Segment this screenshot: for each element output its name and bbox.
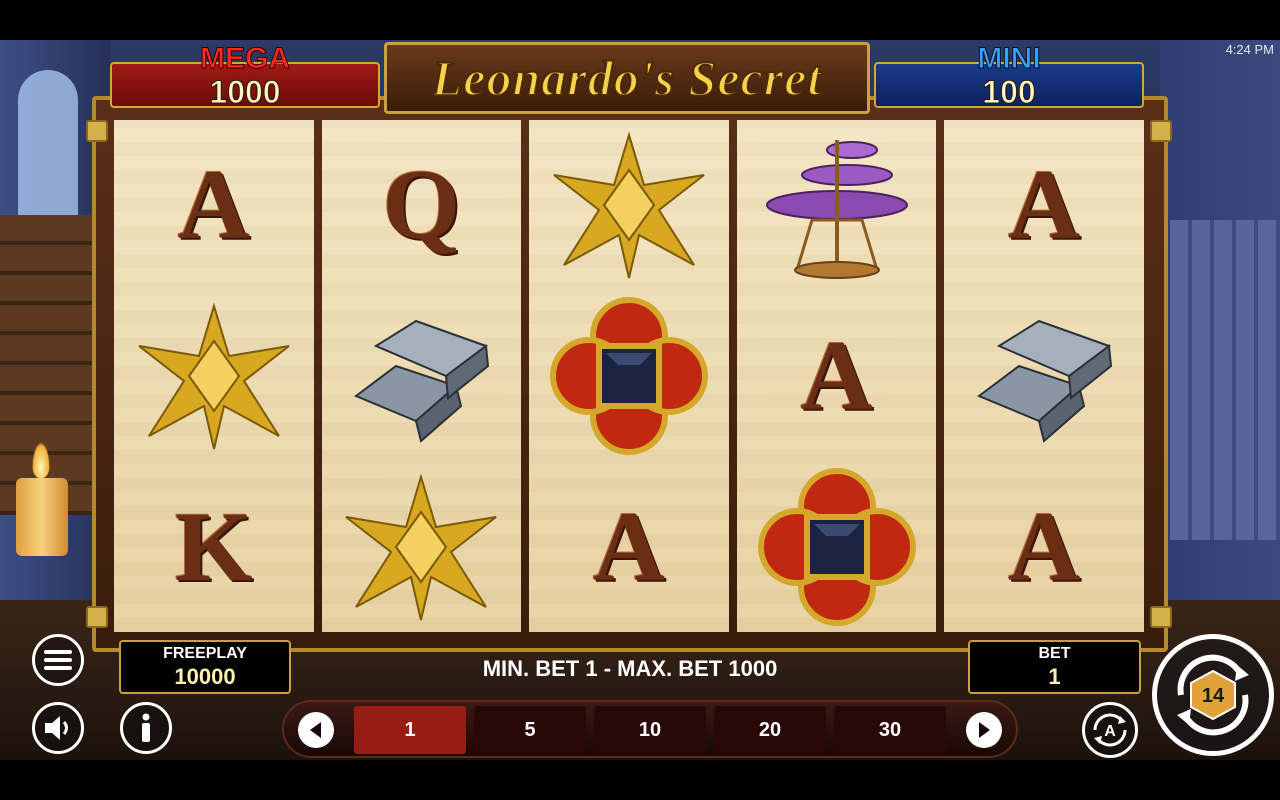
bet-option-30[interactable]: 30 <box>834 706 946 754</box>
sound-button[interactable] <box>32 702 84 754</box>
card-letter-symbol: A <box>592 490 666 602</box>
reel-symbol <box>529 291 729 462</box>
reel-4: A <box>736 120 937 632</box>
info-icon <box>142 713 150 742</box>
reel-symbol: A <box>529 461 729 632</box>
reel-symbol: K <box>114 461 314 632</box>
status-time: 4:24 PM <box>1225 42 1274 57</box>
frame-corner-bolt-icon <box>1150 606 1172 628</box>
reel-1: AK <box>114 120 314 632</box>
bet-increase-button[interactable] <box>966 712 1002 748</box>
bet-selector: 1 5 10 20 30 <box>282 700 1018 758</box>
bet-label: BET <box>1038 645 1071 662</box>
freeplay-label: FREEPLAY <box>163 645 247 662</box>
golden-star-icon <box>138 302 290 450</box>
frame-corner-bolt-icon <box>86 606 108 628</box>
speaker-icon <box>45 716 68 740</box>
candle-flame-icon <box>32 442 50 478</box>
golden-star-icon <box>345 473 498 620</box>
candle-icon <box>16 478 68 556</box>
autoplay-icon: A <box>1093 713 1127 747</box>
freeplay-value: 10000 <box>174 664 236 689</box>
bet-option-1[interactable]: 1 <box>354 706 466 754</box>
reel-symbol: A <box>114 120 314 291</box>
triangle-right-icon <box>979 722 990 738</box>
mega-jackpot: MEGA 1000 <box>110 42 380 111</box>
card-letter-symbol: K <box>174 490 253 602</box>
bet-limits: MIN. BET 1 - MAX. BET 1000 <box>482 656 778 681</box>
reel-symbol: Q <box>322 120 522 291</box>
reel-2: Q <box>321 120 522 632</box>
reel-symbol: A <box>737 291 937 462</box>
mega-jackpot-label: MEGA <box>200 42 291 76</box>
autoplay-button[interactable]: A <box>1082 702 1138 758</box>
game-title: Leonardo's Secret <box>431 49 823 107</box>
bet-decrease-button[interactable] <box>298 712 334 748</box>
reel-symbol <box>737 461 937 632</box>
current-bet: BET 1 <box>968 640 1141 694</box>
mini-jackpot: MINI 100 <box>874 42 1144 111</box>
frame-corner-bolt-icon <box>86 120 108 142</box>
bet-option-10[interactable]: 10 <box>594 706 706 754</box>
golden-star-icon <box>553 131 705 279</box>
bet-option-5[interactable]: 5 <box>474 706 586 754</box>
reel-symbol <box>322 461 522 632</box>
reel-5: AA <box>944 120 1144 632</box>
card-letter-symbol: A <box>1008 490 1081 602</box>
slot-reels[interactable]: AKQAAAA <box>114 120 1144 632</box>
frame-corner-bolt-icon <box>1150 120 1172 142</box>
spin-logo-digits: 14 <box>1202 685 1225 707</box>
mini-jackpot-label: MINI <box>977 42 1041 76</box>
reel-symbol <box>114 291 314 462</box>
bet-value: 1 <box>1048 664 1061 689</box>
spin-icon: 14 <box>1177 654 1249 736</box>
bet-option-20[interactable]: 20 <box>714 706 826 754</box>
ruby-jewel-icon <box>549 297 708 455</box>
silver-ingots-icon <box>977 319 1113 443</box>
silver-ingots-icon <box>354 319 490 443</box>
flying-machine-icon <box>765 140 908 280</box>
reel-symbol <box>944 291 1144 462</box>
spin-button[interactable]: 14 <box>1152 634 1274 756</box>
hamburger-menu-icon <box>44 650 72 670</box>
reel-symbol: A <box>944 461 1144 632</box>
reel-symbol: A <box>944 120 1144 291</box>
bookshelf-right <box>1170 220 1280 540</box>
autoplay-label: A <box>1104 723 1116 740</box>
ruby-jewel-icon <box>757 467 916 626</box>
reel-symbol <box>322 291 522 462</box>
triangle-left-icon <box>310 722 321 738</box>
menu-button[interactable] <box>32 634 84 686</box>
card-letter-symbol: A <box>800 320 873 431</box>
card-letter-symbol: A <box>177 149 250 261</box>
reel-3: A <box>529 120 729 632</box>
reel-symbol <box>529 120 729 291</box>
freeplay-balance: FREEPLAY 10000 <box>119 640 291 694</box>
info-button[interactable] <box>120 702 172 754</box>
mini-jackpot-value: 100 <box>982 74 1036 111</box>
game-logo: Leonardo's Secret <box>384 42 870 114</box>
bookshelf-left <box>0 215 100 515</box>
card-letter-symbol: A <box>1008 149 1081 261</box>
reel-symbol <box>737 120 937 291</box>
card-letter-symbol: Q <box>382 149 461 261</box>
mega-jackpot-value: 1000 <box>209 74 281 111</box>
